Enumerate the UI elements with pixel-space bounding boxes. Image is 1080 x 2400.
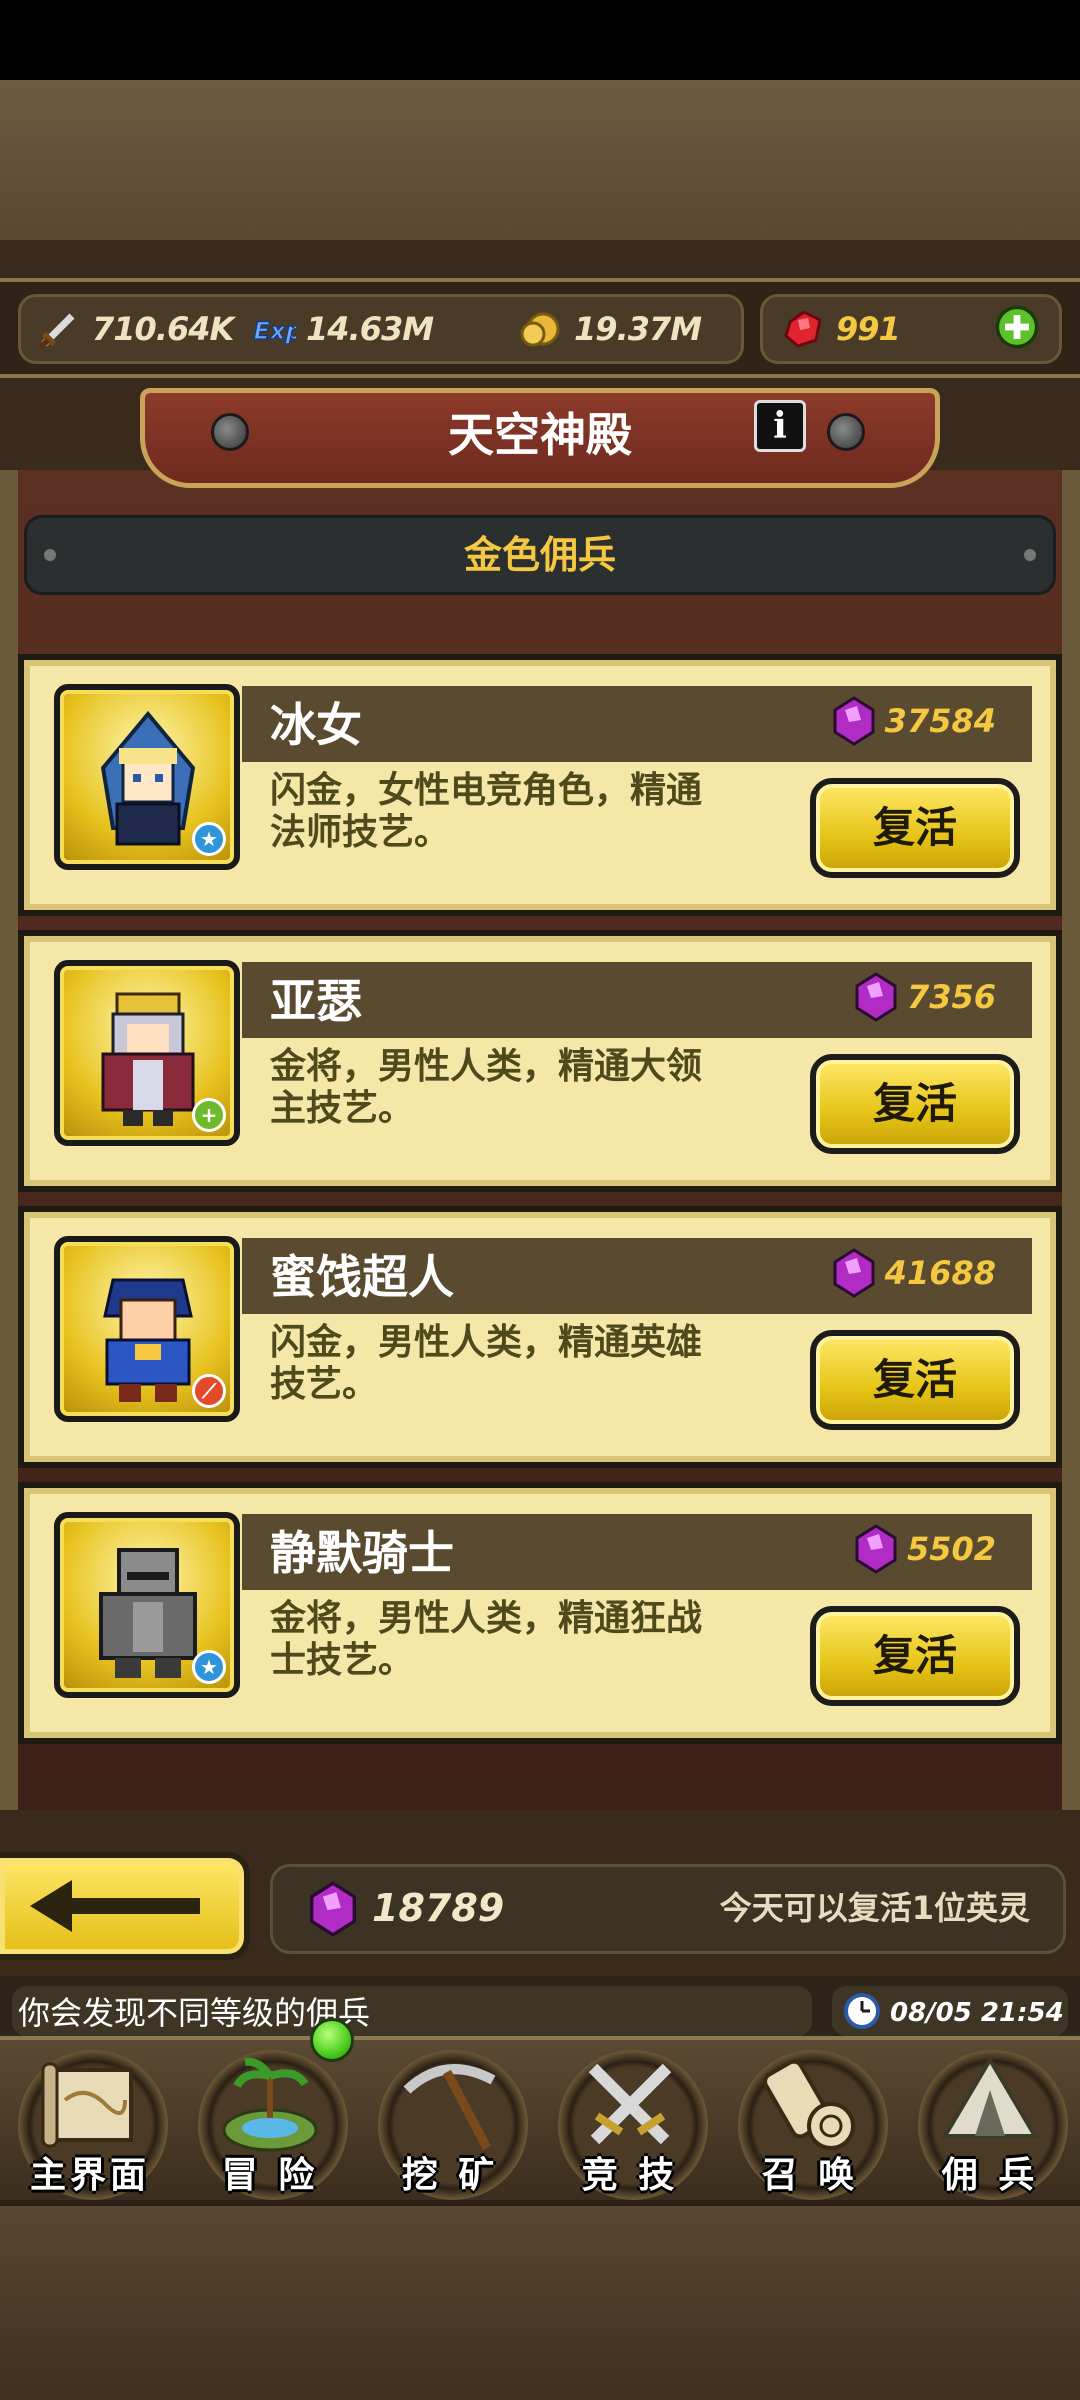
ruby-resource: 991 [780,304,901,354]
hero-description-line: 金将，男性人类，精通大领 [270,1046,703,1087]
page-title: 天空神殿 [448,408,632,462]
hero-card: + 亚瑟 7356 金将，男性人类，精通大领 主技艺。 复活 [18,930,1062,1192]
nav-mercenary[interactable]: 佣 兵 [900,2040,1080,2204]
attack-resource: 710.64K [36,304,234,354]
revive-button[interactable]: 复活 [810,1054,1020,1154]
exp-icon: Exp [250,306,296,352]
notification-dot [310,2018,354,2062]
gem-icon [853,1524,899,1574]
nav-label: 挖 矿 [401,2155,499,2196]
hero-description-line: 闪金，男性人类，精通英雄 [270,1322,703,1363]
backdrop-bottom [0,2200,1080,2400]
gold-coin-icon [518,306,564,352]
crossed-swords-icon [588,2063,672,2145]
hero-badge: ⟋ [192,1374,226,1408]
pickaxe-icon [403,2064,496,2151]
hero-badge: ★ [192,1650,226,1684]
revive-button[interactable]: 复活 [810,1330,1020,1430]
clock-text: 08/05 21:54 [890,1998,1064,2028]
svg-text:Exp: Exp [254,317,296,345]
gem-icon [306,1881,360,1937]
gold-resource: 19.37M [518,304,702,354]
gem-total: 18789 [372,1886,505,1930]
ruby-value: 991 [836,310,901,348]
hero-cost: 37584 [831,696,996,746]
hero-name: 冰女 [270,698,362,752]
hero-description: 金将，男性人类，精通狂战 士技艺。 [270,1598,790,1682]
nav-label: 召 唤 [761,2155,859,2196]
hero-cost: 41688 [831,1248,996,1298]
gem-icon [831,696,877,746]
nav-summon[interactable]: 召 唤 [720,2040,900,2204]
resource-bar: 710.64K Exp 14.63M 19.37M 991 [0,278,1080,378]
hero-description-line: 闪金，女性电竞角色，精通 [270,770,703,811]
status-bar [0,0,1080,80]
ruby-icon [780,306,826,352]
hero-description-line: 主技艺。 [270,1088,415,1129]
hero-cost-value: 7356 [906,978,996,1016]
hero-card: ★ 冰女 37584 闪金，女性电竞角色，精通 法师技艺。 复活 [18,654,1062,916]
backdrop-top [0,80,1080,240]
nav-label: 佣 兵 [941,2155,1039,2196]
hero-portrait[interactable]: + [54,960,240,1146]
tent-icon [941,2056,1039,2138]
attack-value: 710.64K [92,310,234,348]
hero-cost: 5502 [853,1524,996,1574]
hero-cost-value: 37584 [884,702,996,740]
hero-description-line: 士技艺。 [270,1640,415,1681]
hero-portrait[interactable]: ★ [54,1512,240,1698]
back-arrow-icon[interactable] [10,1858,230,1954]
hero-portrait[interactable]: ★ [54,684,240,870]
gold-value: 19.37M [574,310,702,348]
map-scroll-icon [41,2062,133,2148]
hero-cost-value: 41688 [884,1254,996,1292]
hero-badge: ★ [192,822,226,856]
nav-home[interactable]: 主界面 [0,2040,180,2204]
gem-icon [853,972,899,1022]
nav-label: 主界面 [29,2155,150,2196]
hero-name: 蜜饯超人 [270,1250,454,1304]
nav-label: 竞 技 [581,2155,679,2196]
hero-badge: + [192,1098,226,1132]
nav-adventure[interactable]: 冒 险 [180,2040,360,2204]
hero-name: 静默骑士 [270,1526,454,1580]
back-button[interactable] [0,1852,250,1960]
daily-revive-note: 今天可以复活1位英灵 [719,1889,1030,1927]
info-button[interactable]: i [754,400,806,452]
hero-card: ⟋ 蜜饯超人 41688 闪金，男性人类，精通英雄 技艺。 复活 [18,1206,1062,1468]
exp-value: 14.63M [306,310,434,348]
hero-cost: 7356 [853,972,996,1022]
sword-icon [36,306,82,352]
exp-resource: Exp 14.63M [250,304,434,354]
gem-icon [831,1248,877,1298]
clock-icon [844,1993,880,2029]
revive-button[interactable]: 复活 [810,1606,1020,1706]
hero-description: 闪金，女性电竞角色，精通 法师技艺。 [270,770,790,854]
hero-description: 闪金，男性人类，精通英雄 技艺。 [270,1322,790,1406]
hero-description-line: 金将，男性人类，精通狂战 [270,1598,703,1639]
hero-card: ★ 静默骑士 5502 金将，男性人类，精通狂战 士技艺。 复活 [18,1482,1062,1744]
hero-portrait[interactable]: ⟋ [54,1236,240,1422]
island-icon [222,2057,318,2152]
hero-cost-value: 5502 [906,1530,996,1568]
nav-mining[interactable]: 挖 矿 [360,2040,540,2204]
plus-icon[interactable] [994,304,1040,350]
hero-name: 亚瑟 [270,974,362,1028]
hero-description-line: 法师技艺。 [270,812,451,853]
nav-label: 冒 险 [221,2155,319,2196]
summon-scroll-icon [763,2059,855,2150]
section-title: 金色佣兵 [463,533,616,577]
hero-description-line: 技艺。 [270,1364,379,1405]
revive-button[interactable]: 复活 [810,778,1020,878]
hero-description: 金将，男性人类，精通大领 主技艺。 [270,1046,790,1130]
nav-arena[interactable]: 竞 技 [540,2040,720,2204]
add-ruby-button[interactable] [994,302,1040,352]
